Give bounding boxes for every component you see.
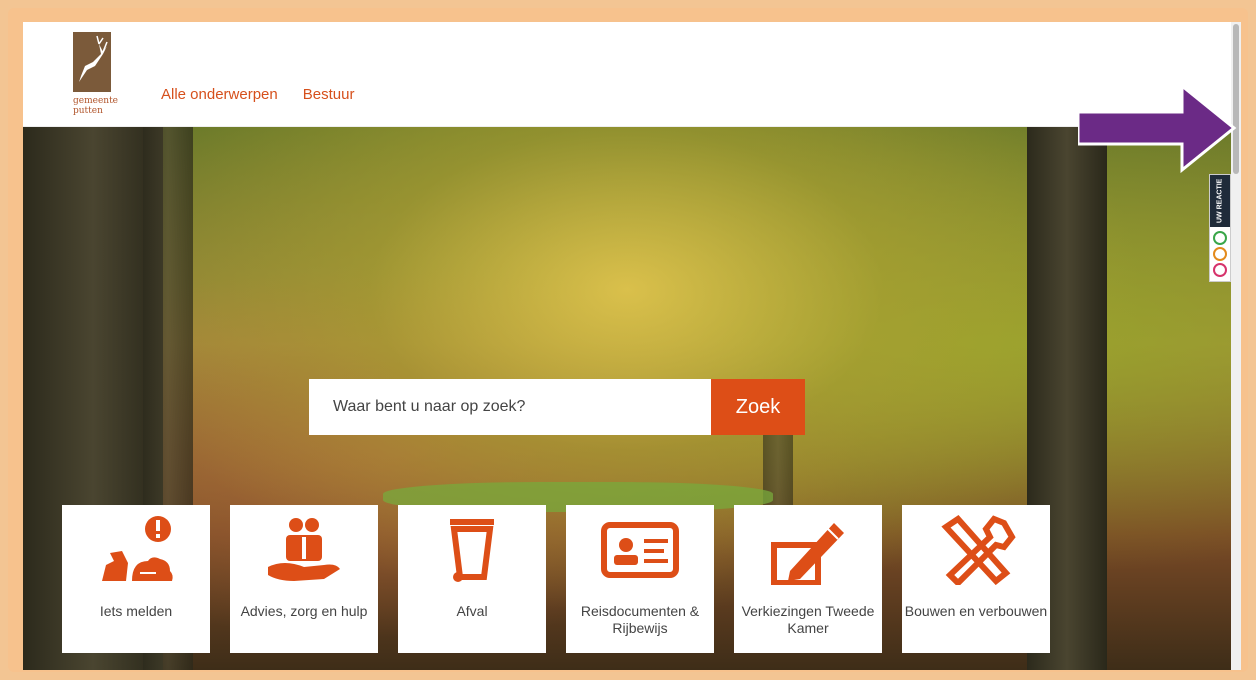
site-header: gemeente putten Alle onderwerpen Bestuur <box>23 22 1231 127</box>
ballot-pencil-icon <box>734 515 882 585</box>
feedback-tag[interactable]: UW REACTIE <box>1210 175 1230 227</box>
tile-label: Advies, zorg en hulp <box>240 603 368 619</box>
logo-text-putten: putten <box>73 106 103 116</box>
tile-reisdocumenten[interactable]: Reisdocumenten & Rijbewijs <box>566 505 714 653</box>
annotation-arrow-icon <box>1078 82 1237 174</box>
main-nav: Alle onderwerpen Bestuur <box>161 86 354 103</box>
trash-bin-icon <box>398 515 546 585</box>
nav-alle-onderwerpen[interactable]: Alle onderwerpen <box>161 86 278 103</box>
gemeente-putten-logo[interactable]: gemeente putten <box>73 32 119 122</box>
feedback-widget[interactable]: UW REACTIE <box>1209 174 1231 282</box>
search-bar: Waar bent u naar op zoek? Zoek <box>309 379 805 435</box>
tile-bouwen[interactable]: Bouwen en verbouwen <box>902 505 1050 653</box>
tile-advies-zorg-hulp[interactable]: Advies, zorg en hulp <box>230 505 378 653</box>
tile-label: Afval <box>456 603 488 619</box>
report-issue-icon <box>62 515 210 585</box>
hero-forest-image: Waar bent u naar op zoek? Zoek Iets meld… <box>23 127 1231 670</box>
nav-bestuur[interactable]: Bestuur <box>303 86 355 103</box>
deer-logo-icon <box>73 32 111 92</box>
sad-face-icon[interactable] <box>1213 263 1227 277</box>
tile-label: Bouwen en verbouwen <box>904 603 1048 619</box>
care-hand-icon <box>230 515 378 585</box>
tile-afval[interactable]: Afval <box>398 505 546 653</box>
browser-viewport: gemeente putten Alle onderwerpen Bestuur… <box>23 22 1231 670</box>
logo-text-gemeente: gemeente <box>73 96 119 106</box>
tile-iets-melden[interactable]: Iets melden <box>62 505 210 653</box>
topic-tiles: Iets melden Advies, zorg en hulp Afval R… <box>62 505 1050 653</box>
neutral-face-icon[interactable] <box>1213 247 1227 261</box>
hammer-wrench-icon <box>902 515 1050 585</box>
tile-verkiezingen[interactable]: Verkiezingen Tweede Kamer <box>734 505 882 653</box>
id-card-icon <box>566 515 714 585</box>
happy-face-icon[interactable] <box>1213 231 1227 245</box>
search-button[interactable]: Zoek <box>711 379 805 435</box>
tile-label: Verkiezingen Tweede Kamer <box>741 603 875 636</box>
search-input[interactable]: Waar bent u naar op zoek? <box>309 379 711 435</box>
tile-label: Reisdocumenten & Rijbewijs <box>580 603 700 636</box>
tile-label: Iets melden <box>99 603 173 619</box>
